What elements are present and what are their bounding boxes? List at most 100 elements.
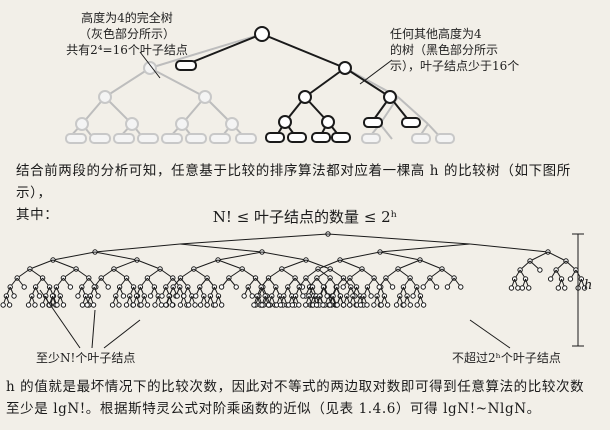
tree-edge	[339, 251, 381, 261]
tree-node	[340, 284, 346, 290]
tree-node	[324, 293, 330, 299]
tree-node	[95, 293, 101, 299]
tree-edge	[397, 259, 421, 270]
tree-edge	[91, 309, 96, 349]
tree-node	[25, 302, 32, 308]
tree-edge	[281, 259, 307, 270]
tree-node	[123, 302, 130, 308]
tree-node	[378, 302, 384, 308]
tree-edge	[339, 259, 363, 270]
tree-node	[376, 284, 382, 290]
left-leaf-note: 至少N!个叶子结点	[36, 351, 136, 365]
tree-node	[296, 302, 302, 308]
tree-node	[327, 302, 333, 308]
tree-node	[39, 302, 46, 308]
tree-node	[249, 293, 255, 299]
tree-edge	[29, 259, 54, 270]
paragraph-2-line-1: h 的值就是最坏情况下的比较次数，因此对不等式的两边取对数即可得到任意算法的比较…	[6, 379, 585, 395]
tree-node	[218, 302, 225, 308]
tree-edge	[547, 251, 567, 262]
tree-node	[120, 293, 127, 299]
tree-node	[138, 302, 144, 308]
tree-node	[277, 302, 284, 308]
tree-node	[192, 302, 198, 308]
tree-node	[193, 293, 199, 299]
tree-node	[177, 302, 184, 308]
tree-node	[444, 284, 451, 290]
tree-node	[420, 302, 427, 308]
tree-node	[116, 302, 122, 308]
tree-edge	[94, 251, 138, 261]
tree-node	[233, 284, 239, 290]
tree-edge	[39, 289, 81, 349]
tree-node	[204, 302, 210, 308]
tree-node	[393, 302, 400, 308]
tree-node	[420, 284, 426, 290]
tree-node	[357, 302, 364, 308]
tree-node	[109, 302, 116, 308]
tree-node	[241, 293, 247, 299]
paragraph-2: h 的值就是最坏情况下的比较次数，因此对不等式的两边取对数即可得到任意算法的比较…	[6, 376, 606, 420]
tree-node	[147, 293, 154, 299]
tree-node	[515, 285, 521, 291]
tree-node	[75, 293, 81, 299]
tree-node	[346, 302, 353, 308]
tree-node	[384, 302, 391, 308]
tree-node	[526, 285, 532, 291]
tree-edge	[379, 243, 471, 253]
tree-edge	[103, 319, 141, 349]
tree-node	[54, 302, 60, 308]
tree-node	[555, 285, 562, 291]
tree-node	[562, 285, 568, 291]
tree-edge	[261, 251, 307, 261]
tree-edge	[529, 251, 549, 262]
tree-edge	[179, 233, 329, 245]
tree-node	[265, 302, 272, 308]
tree-node	[174, 293, 180, 299]
comparison-tree	[0, 231, 588, 349]
tree-node	[251, 302, 257, 308]
tree-node	[158, 302, 165, 308]
tree-node	[144, 302, 151, 308]
tree-node	[79, 302, 86, 308]
tree-edge	[52, 259, 77, 270]
tree-node	[21, 284, 27, 290]
tree-node	[152, 302, 158, 308]
tree-node	[90, 302, 97, 308]
tree-node	[407, 302, 414, 308]
tree-node	[300, 293, 306, 299]
tree-edge	[113, 259, 138, 270]
tree-node	[414, 302, 420, 308]
tree-node	[289, 302, 296, 308]
tree-node	[32, 302, 38, 308]
tree-edge	[217, 251, 263, 261]
tree-node	[197, 302, 204, 308]
height-bracket	[572, 233, 584, 347]
tree-node	[67, 284, 74, 290]
tree-node	[185, 302, 192, 308]
tree-edge	[179, 243, 263, 253]
tree-node	[169, 302, 176, 308]
tree-node	[364, 302, 370, 308]
tree-node	[212, 302, 218, 308]
tree-node	[0, 302, 6, 308]
tree-node	[567, 276, 574, 282]
tree-edge	[327, 233, 471, 245]
tree-edge	[136, 259, 161, 270]
tree-edge	[379, 251, 421, 261]
tree-node	[218, 284, 225, 290]
tree-node	[159, 293, 165, 299]
tree-node	[340, 302, 347, 308]
tree-node	[163, 302, 169, 308]
tree-node	[11, 293, 17, 299]
tree-edge	[419, 259, 443, 270]
tree-node	[537, 267, 543, 273]
tree-node	[519, 285, 526, 291]
height-label: h	[584, 278, 593, 293]
tree-node	[334, 302, 340, 308]
tree-edge	[94, 243, 181, 253]
tree-node	[313, 302, 320, 308]
tree-edge	[469, 243, 549, 253]
tree-node	[547, 276, 554, 282]
tree-node	[60, 302, 67, 308]
